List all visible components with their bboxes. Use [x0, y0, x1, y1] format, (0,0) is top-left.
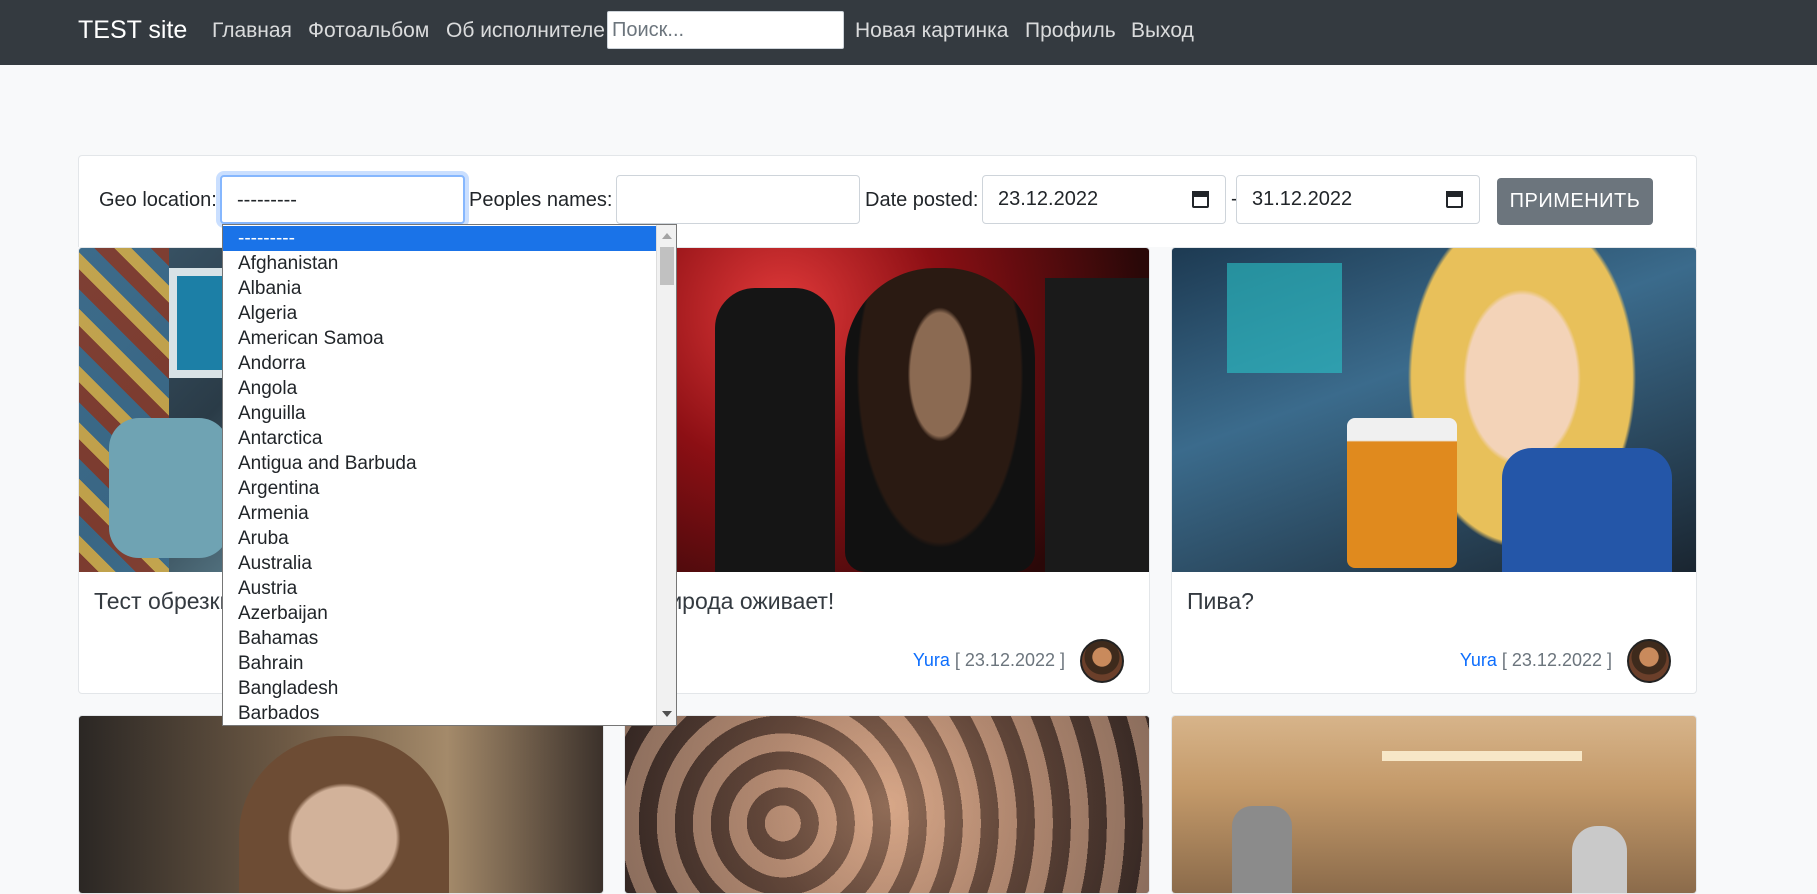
photo-card[interactable]: Природа оживает! Yura [ 23.12.2022 ]: [624, 247, 1150, 694]
dropdown-option[interactable]: Barbados: [223, 701, 656, 725]
geo-location-dropdown[interactable]: --------- Afghanistan Albania Algeria Am…: [222, 224, 677, 726]
dropdown-option[interactable]: ---------: [223, 226, 656, 251]
photo-card[interactable]: [1171, 715, 1697, 894]
scroll-up-arrow-icon[interactable]: [662, 233, 672, 239]
dropdown-option[interactable]: Albania: [223, 276, 656, 301]
top-navbar: TEST site Главная Фотоальбом Об исполнит…: [0, 0, 1817, 65]
brand-link[interactable]: TEST site: [78, 16, 187, 45]
photo-image[interactable]: [1172, 248, 1696, 572]
nav-link-new-picture[interactable]: Новая картинка: [855, 19, 1008, 43]
nav-link-album[interactable]: Фотоальбом: [308, 19, 429, 43]
dropdown-option[interactable]: Algeria: [223, 301, 656, 326]
dropdown-option[interactable]: Bahrain: [223, 651, 656, 676]
date-posted-label: Date posted:: [865, 189, 979, 211]
calendar-icon[interactable]: [1446, 191, 1463, 208]
dropdown-scrollbar[interactable]: [656, 225, 676, 725]
photo-meta: Yura [ 23.12.2022 ]: [913, 650, 1065, 671]
dropdown-option[interactable]: American Samoa: [223, 326, 656, 351]
date-from-input[interactable]: 23.12.2022: [982, 175, 1226, 224]
photo-card[interactable]: [624, 715, 1150, 894]
dropdown-option[interactable]: Austria: [223, 576, 656, 601]
dropdown-option[interactable]: Andorra: [223, 351, 656, 376]
dropdown-option[interactable]: Australia: [223, 551, 656, 576]
photo-image[interactable]: [625, 248, 1149, 572]
photo-image[interactable]: [1172, 716, 1696, 893]
date-to-value: 31.12.2022: [1252, 188, 1353, 210]
photo-title: Пива?: [1187, 588, 1254, 614]
photo-card[interactable]: Пива? Yura [ 23.12.2022 ]: [1171, 247, 1697, 694]
photo-card[interactable]: [78, 715, 604, 894]
peoples-names-label: Peoples names:: [469, 189, 613, 211]
dropdown-option[interactable]: Anguilla: [223, 401, 656, 426]
geo-location-label: Geo location:: [99, 189, 217, 211]
photo-title: Тест обрезки: [94, 588, 233, 614]
avatar[interactable]: [1627, 639, 1671, 683]
photo-date: [ 23.12.2022 ]: [954, 650, 1065, 670]
peoples-names-input[interactable]: [616, 175, 860, 224]
date-to-input[interactable]: 31.12.2022: [1236, 175, 1480, 224]
avatar[interactable]: [1080, 639, 1124, 683]
dropdown-option[interactable]: Afghanistan: [223, 251, 656, 276]
photo-meta: Yura [ 23.12.2022 ]: [1460, 650, 1612, 671]
geo-location-value: ---------: [237, 189, 297, 211]
dropdown-option[interactable]: Azerbaijan: [223, 601, 656, 626]
dropdown-option[interactable]: Antarctica: [223, 426, 656, 451]
geo-location-select[interactable]: ---------: [220, 175, 465, 224]
dropdown-option[interactable]: Antigua and Barbuda: [223, 451, 656, 476]
photo-date: [ 23.12.2022 ]: [1501, 650, 1612, 670]
photo-image[interactable]: [79, 716, 603, 893]
author-link[interactable]: Yura: [913, 650, 950, 670]
search-input[interactable]: [607, 11, 844, 49]
dropdown-option[interactable]: Bahamas: [223, 626, 656, 651]
nav-link-home[interactable]: Главная: [212, 19, 292, 43]
nav-link-logout[interactable]: Выход: [1131, 19, 1194, 43]
dropdown-option[interactable]: Aruba: [223, 526, 656, 551]
dropdown-option[interactable]: Angola: [223, 376, 656, 401]
nav-link-profile[interactable]: Профиль: [1025, 19, 1116, 43]
dropdown-option[interactable]: Armenia: [223, 501, 656, 526]
dropdown-option[interactable]: Bangladesh: [223, 676, 656, 701]
author-link[interactable]: Yura: [1460, 650, 1497, 670]
photo-image[interactable]: [625, 716, 1149, 893]
scroll-down-arrow-icon[interactable]: [662, 711, 672, 717]
apply-button[interactable]: Применить: [1497, 178, 1653, 225]
nav-link-about[interactable]: Об исполнителе: [446, 19, 605, 43]
scrollbar-thumb[interactable]: [660, 247, 674, 285]
calendar-icon[interactable]: [1192, 191, 1209, 208]
dropdown-option[interactable]: Argentina: [223, 476, 656, 501]
date-from-value: 23.12.2022: [998, 188, 1099, 210]
